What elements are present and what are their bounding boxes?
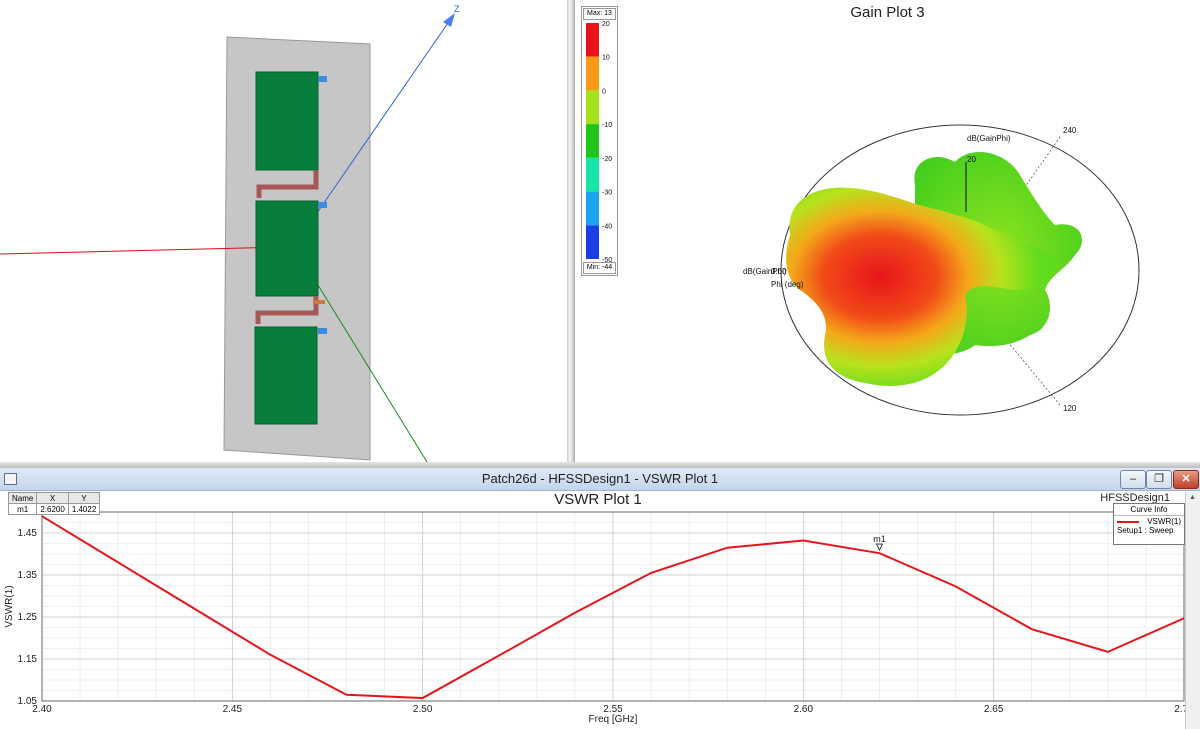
left-value: 0.00	[771, 267, 787, 276]
maximize-button[interactable]: ❐	[1146, 470, 1172, 489]
legend-color-block	[586, 124, 599, 158]
marker-header-x: X	[36, 492, 69, 504]
x-tick-label: 2.60	[794, 704, 814, 715]
vswr-chart[interactable]: VSWR Plot 1 HFSSDesign1 1.051.151.251.35…	[0, 490, 1200, 729]
legend-tick-label: 10	[602, 55, 610, 62]
x-tick-label: 2.45	[223, 704, 243, 715]
legend-tick-label: -30	[602, 190, 612, 197]
gain-canvas[interactable]: dB(GainPhi) 20 dB(GainPhi) 0.00 Phi (deg…	[575, 0, 1200, 462]
y-tick-label: 1.25	[18, 612, 38, 623]
x-axis-label: Freq [GHz]	[589, 714, 638, 725]
legend-tick-label: 20	[602, 21, 610, 28]
left-label-phi: Phi (deg)	[771, 280, 804, 289]
radial-label: dB(GainPhi)	[967, 134, 1011, 143]
window-titlebar[interactable]: Patch26d - HFSSDesign1 - VSWR Plot 1 – ❐…	[0, 468, 1200, 491]
marker-table[interactable]: Name X Y m1 2.6200 1.4022	[7, 492, 101, 515]
legend-color-block	[586, 191, 599, 226]
angle-label-240: 240	[1063, 126, 1077, 135]
y-tick-label: 1.15	[18, 654, 38, 665]
patch-top	[255, 71, 319, 171]
x-tick-label: 2.40	[32, 704, 52, 715]
marker-table-row[interactable]: m1 2.6200 1.4022	[7, 503, 101, 515]
connector-middle	[318, 202, 327, 208]
curve-info-setup: Setup1 : Sweep	[1117, 526, 1174, 535]
y-tick-label: 1.45	[18, 528, 38, 539]
chart-title: VSWR Plot 1	[554, 491, 642, 508]
legend-color-strip: 20100-10-20-30-40-50	[586, 21, 612, 264]
scroll-up-arrow-icon[interactable]: ▲	[1188, 494, 1197, 503]
gain-plot-title: Gain Plot 3	[850, 4, 925, 21]
model-view-pane[interactable]: Z	[0, 0, 567, 462]
curve-info-entry[interactable]: VSWR(1)	[1114, 516, 1184, 526]
legend-tick-label: 0	[602, 88, 606, 95]
color-scale-legend: Max: 13 20 10 0 -10 -20 -30 -40 -50 Min: -44	[581, 6, 618, 276]
z-axis-arrow-icon	[443, 13, 455, 27]
vertical-scrollbar[interactable]	[1185, 492, 1200, 729]
vertical-splitter[interactable]	[567, 0, 575, 462]
marker-x-cell: 2.6200	[36, 503, 69, 515]
close-button[interactable]: ✕	[1173, 470, 1199, 489]
legend-color-block	[586, 157, 599, 192]
minimize-button[interactable]: –	[1120, 470, 1146, 489]
legend-tick-label: -10	[602, 122, 612, 129]
curve-info-name: VSWR(1)	[1147, 517, 1181, 526]
radial-value: 20	[967, 155, 976, 164]
window-title: Patch26d - HFSSDesign1 - VSWR Plot 1	[481, 471, 719, 486]
gain-plot-pane[interactable]: dB(GainPhi) 20 dB(GainPhi) 0.00 Phi (deg…	[575, 0, 1200, 462]
connector-bottom	[318, 328, 327, 334]
angle-label-120: 120	[1063, 404, 1077, 413]
marker-label: m1	[873, 534, 886, 544]
model-canvas[interactable]: Z	[0, 0, 567, 462]
curve-info-header: Curve Info	[1114, 504, 1184, 516]
legend-tick-label: -20	[602, 156, 612, 163]
legend-tick-label: -40	[602, 223, 612, 230]
port-connector	[313, 300, 325, 304]
connector-top	[318, 76, 327, 82]
legend-color-block	[586, 23, 599, 57]
z-axis-label: Z	[454, 4, 460, 14]
marker-header-y: Y	[67, 492, 101, 504]
legend-color-block	[586, 225, 599, 259]
marker-table-header-row: Name X Y	[7, 492, 101, 504]
legend-min-label: Min: -44	[583, 262, 616, 274]
y-tick-label: 1.35	[18, 570, 38, 581]
y-axis-label: VSWR(1)	[4, 585, 15, 627]
curve-color-swatch	[1117, 521, 1139, 523]
legend-color-block	[586, 56, 599, 91]
legend-color-block	[586, 90, 599, 125]
patch-bottom	[254, 326, 318, 425]
patch-middle	[255, 200, 319, 297]
x-tick-label: 2.65	[984, 704, 1004, 715]
curve-info-legend[interactable]: Curve Info VSWR(1) Setup1 : Sweep	[1113, 503, 1185, 545]
marker-y-cell: 1.4022	[67, 503, 101, 515]
x-tick-label: 2.50	[413, 704, 433, 715]
marker-triangle-icon[interactable]	[875, 543, 884, 551]
marker-header-name: Name	[7, 492, 38, 504]
vswr-plot-window[interactable]: Patch26d - HFSSDesign1 - VSWR Plot 1 – ❐…	[0, 468, 1200, 729]
marker-name-cell: m1	[7, 503, 38, 515]
